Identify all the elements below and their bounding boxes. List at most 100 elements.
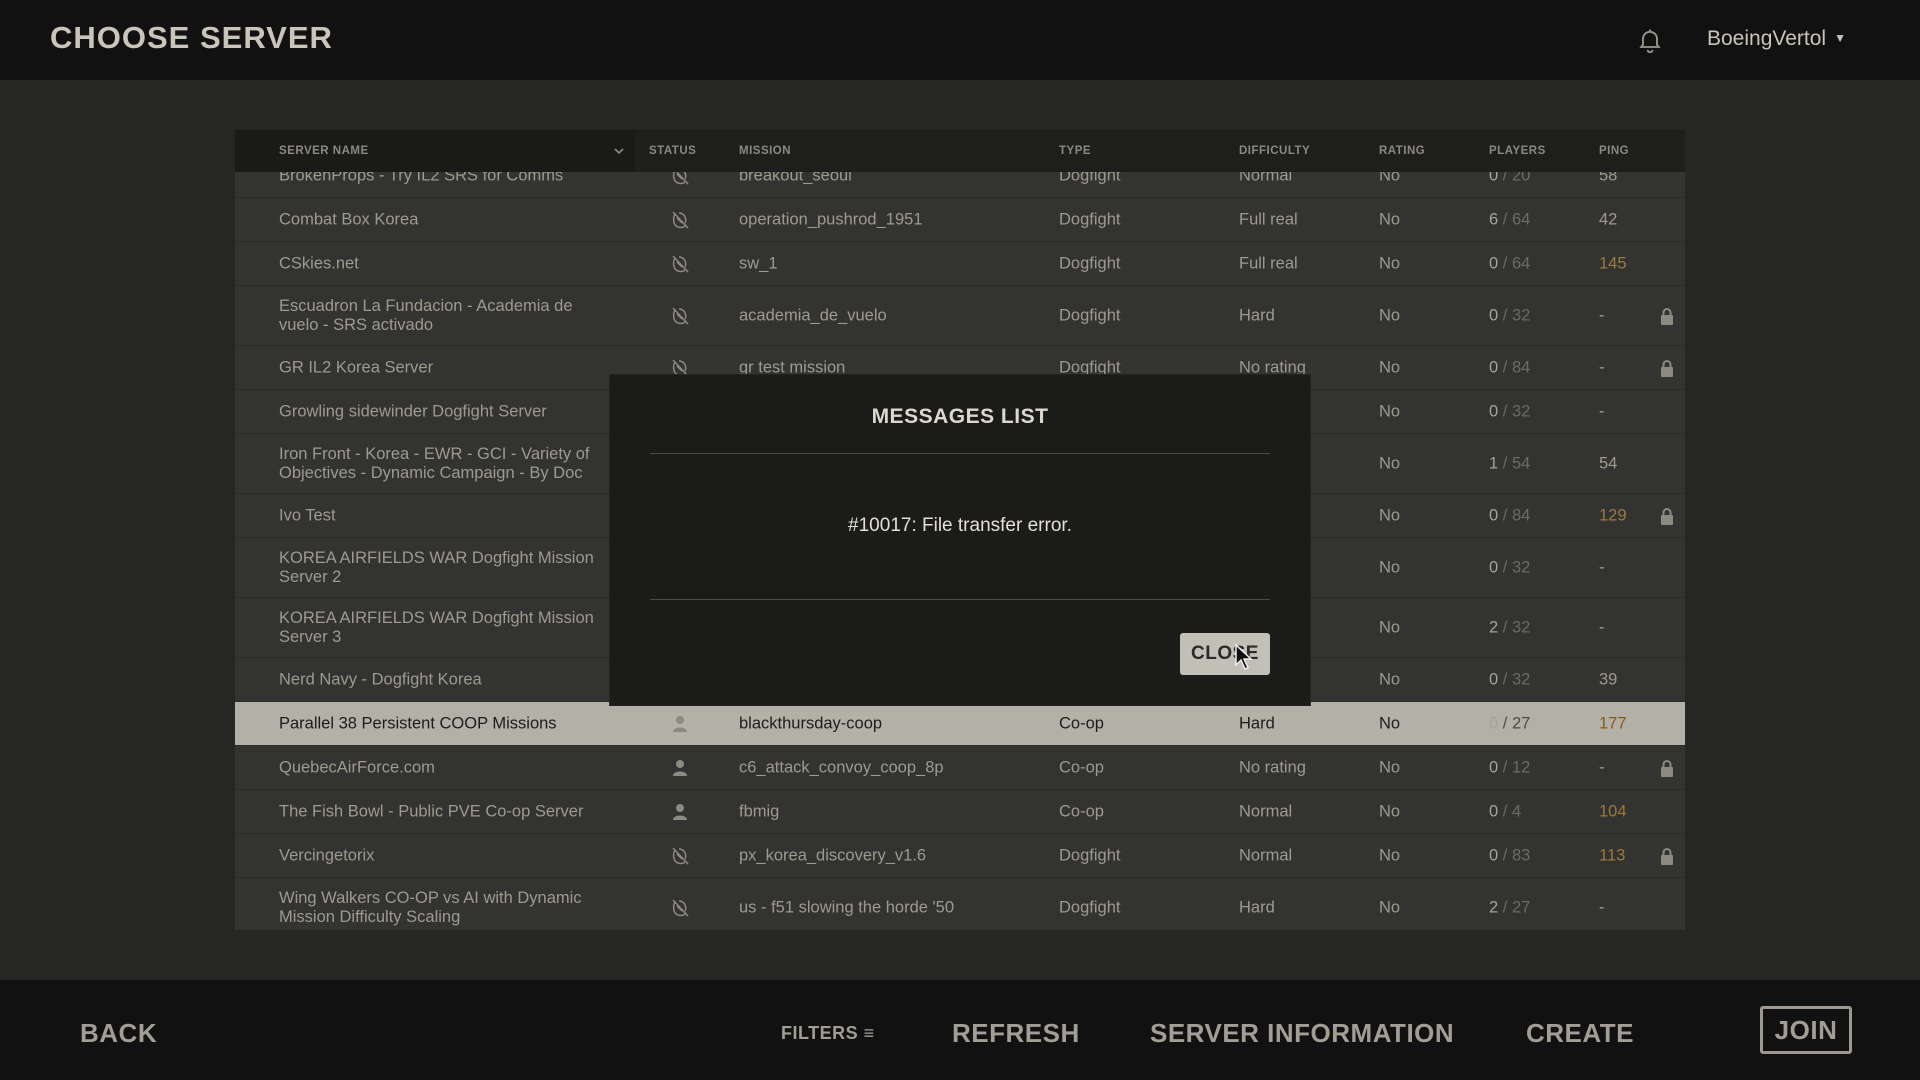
players-count: 1 / 54 — [1489, 454, 1530, 473]
rating: No — [1379, 358, 1401, 376]
refresh-button[interactable]: REFRESH — [952, 1018, 1080, 1049]
players-max: / 20 — [1502, 172, 1531, 184]
server-name: Ivo Test — [279, 506, 336, 524]
ping: - — [1599, 558, 1605, 576]
lock-icon — [1659, 759, 1675, 777]
players-current: 0 — [1489, 506, 1499, 524]
players-count: 0 / 4 — [1489, 802, 1521, 821]
bottom-bar: BACK FILTERS ≡ REFRESH SERVER INFORMATIO… — [0, 980, 1920, 1080]
server-name: KOREA AIRFIELDS WAR Dogfight Mission Ser… — [279, 548, 594, 586]
players-count: 0 / 32 — [1489, 306, 1530, 325]
filters-button[interactable]: FILTERS ≡ — [781, 1023, 875, 1044]
server-information-button[interactable]: SERVER INFORMATION — [1150, 1018, 1454, 1049]
players-max: / 27 — [1502, 898, 1531, 916]
players-current: 2 — [1489, 898, 1499, 916]
user-menu[interactable]: BoeingVertol ▼ — [1707, 27, 1846, 51]
rating: No — [1379, 846, 1401, 864]
column-header-mission[interactable]: MISSION — [739, 145, 791, 157]
difficulty: Normal — [1239, 172, 1293, 184]
server-name: Wing Walkers CO-OP vs AI with Dynamic Mi… — [279, 888, 582, 926]
table-row[interactable]: The Fish Bowl - Public PVE Co-op Server f… — [235, 790, 1685, 834]
table-row[interactable]: CSkies.net sw_1 Dogfight Full real No 0 / 64 1… — [235, 242, 1685, 286]
ping: 113 — [1599, 846, 1626, 864]
close-button[interactable]: CLOSE — [1180, 633, 1270, 675]
person-icon — [669, 757, 691, 779]
difficulty: Hard — [1239, 898, 1275, 916]
bell-icon[interactable] — [1636, 26, 1664, 54]
rating: No — [1379, 210, 1401, 228]
lock-icon — [1659, 507, 1675, 525]
table-row[interactable]: QuebecAirForce.com c6_attack_convoy_coop_… — [235, 746, 1685, 790]
column-header-rating[interactable]: RATING — [1379, 145, 1425, 157]
rating: No — [1379, 802, 1401, 820]
person-icon — [669, 801, 691, 823]
players-current: 0 — [1489, 846, 1499, 864]
no-comms-icon — [669, 253, 691, 275]
dialog-message: #10017: File transfer error. — [848, 515, 1072, 536]
ping: - — [1599, 758, 1605, 776]
players-count: 0 / 20 — [1489, 172, 1530, 185]
server-name: KOREA AIRFIELDS WAR Dogfight Mission Ser… — [279, 608, 594, 646]
mission-type: Co-op — [1059, 802, 1104, 820]
players-max: / 4 — [1502, 802, 1522, 820]
column-header-type[interactable]: TYPE — [1059, 145, 1091, 157]
join-button[interactable]: JOIN — [1760, 1006, 1852, 1054]
players-max: / 32 — [1502, 402, 1531, 420]
column-header-status[interactable]: STATUS — [649, 145, 696, 157]
server-name: CSkies.net — [279, 254, 359, 272]
table-row[interactable]: Escuadron La Fundacion - Academia de vue… — [235, 286, 1685, 346]
players-max: / 83 — [1502, 846, 1531, 864]
players-current: 0 — [1489, 172, 1499, 184]
column-header-ping[interactable]: PING — [1599, 145, 1629, 157]
players-current: 0 — [1489, 802, 1499, 820]
column-header-server-name[interactable]: SERVER NAME — [279, 145, 369, 157]
players-current: 0 — [1489, 358, 1499, 376]
rating: No — [1379, 506, 1401, 524]
players-max: / 64 — [1502, 254, 1531, 272]
mission-name: fbmig — [739, 802, 780, 820]
divider — [650, 453, 1270, 454]
ping: 58 — [1599, 172, 1618, 184]
back-button[interactable]: BACK — [80, 1018, 157, 1049]
players-count: 0 / 32 — [1489, 670, 1530, 689]
ping: 54 — [1599, 454, 1618, 472]
divider — [650, 599, 1270, 600]
rating: No — [1379, 758, 1401, 776]
players-count: 0 / 64 — [1489, 254, 1530, 273]
mission-type: Co-op — [1059, 714, 1104, 732]
ping: 177 — [1599, 714, 1627, 732]
ping: 42 — [1599, 210, 1618, 228]
column-header-difficulty[interactable]: DIFFICULTY — [1239, 145, 1310, 157]
table-row[interactable]: Wing Walkers CO-OP vs AI with Dynamic Mi… — [235, 878, 1685, 930]
players-count: 0 / 32 — [1489, 558, 1530, 577]
ping: - — [1599, 898, 1605, 916]
no-comms-icon — [669, 845, 691, 867]
players-max: / 32 — [1502, 618, 1531, 636]
difficulty: Normal — [1239, 802, 1293, 820]
rating: No — [1379, 306, 1401, 324]
players-current: 2 — [1489, 618, 1499, 636]
ping: 145 — [1599, 254, 1627, 272]
table-row[interactable]: Combat Box Korea operation_pushrod_1951 Do… — [235, 198, 1685, 242]
server-name: Escuadron La Fundacion - Academia de vue… — [279, 296, 573, 334]
chevron-down-icon[interactable] — [612, 144, 626, 158]
players-current: 0 — [1489, 402, 1499, 420]
table-header: SERVER NAME STATUS MISSION TYPE DIFFICUL… — [235, 130, 1685, 172]
players-max: / 32 — [1502, 670, 1531, 688]
players-current: 6 — [1489, 210, 1499, 228]
players-current: 0 — [1489, 306, 1499, 324]
mouse-cursor-icon — [1235, 643, 1253, 671]
create-button[interactable]: CREATE — [1526, 1018, 1634, 1049]
mission-name: sw_1 — [739, 254, 778, 272]
ping: 39 — [1599, 670, 1618, 688]
lock-icon — [1659, 359, 1675, 377]
players-count: 6 / 64 — [1489, 210, 1530, 229]
table-row[interactable]: BrokenProps - Try IL2 SRS for Comms break… — [235, 172, 1685, 198]
table-row[interactable]: Vercingetorix px_korea_discovery_v1.6 Dogf… — [235, 834, 1685, 878]
mission-type: Dogfight — [1059, 846, 1121, 864]
table-row[interactable]: Parallel 38 Persistent COOP Missions blac… — [235, 702, 1685, 746]
players-count: 0 / 27 — [1489, 714, 1530, 733]
players-max: / 32 — [1502, 306, 1531, 324]
column-header-players[interactable]: PLAYERS — [1489, 145, 1546, 157]
mission-name: px_korea_discovery_v1.6 — [739, 846, 927, 864]
